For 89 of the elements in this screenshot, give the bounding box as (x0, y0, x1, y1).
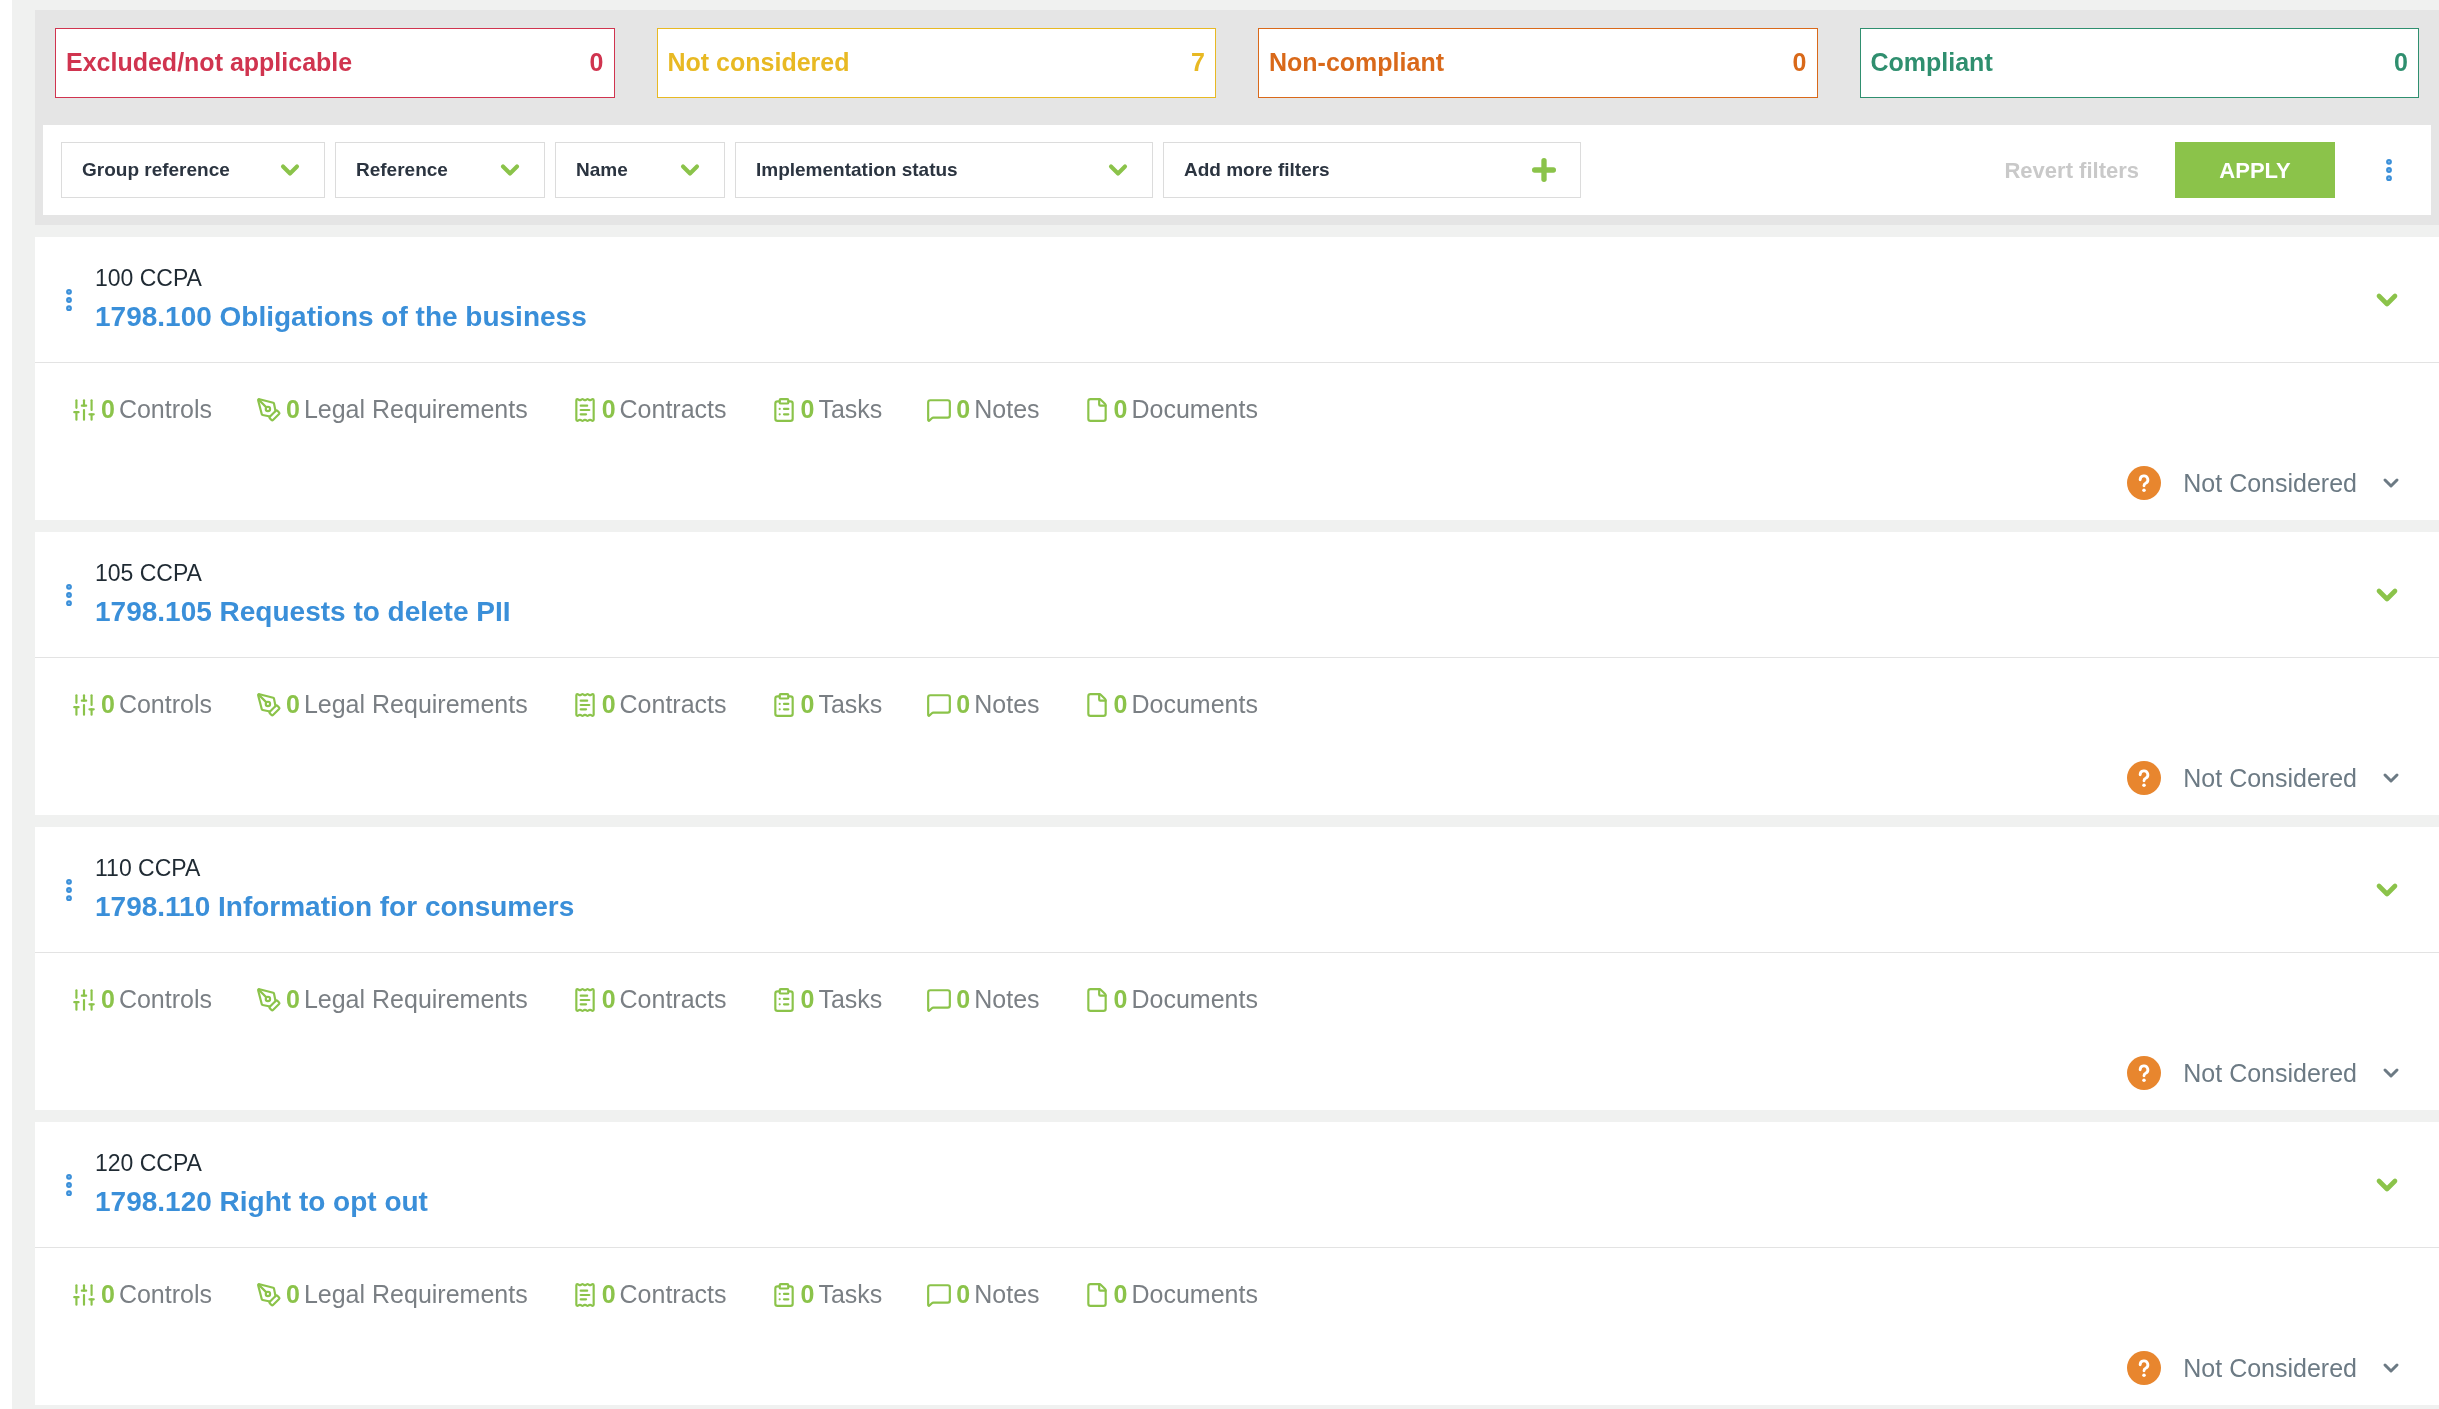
summary-count: 7 (1191, 47, 1205, 79)
status-dropdown[interactable]: Not Considered (2127, 464, 2403, 502)
stat-label: Documents (1131, 984, 1258, 1015)
stat-label: Controls (118, 394, 212, 425)
summary-count: 0 (2394, 47, 2408, 79)
add-filter-button[interactable]: Add more filters (1163, 142, 1581, 198)
stat-count: 0 (800, 984, 815, 1015)
stat-label: Notes (974, 1279, 1040, 1310)
speech-bubble-icon (926, 986, 953, 1013)
stat-count: 0 (286, 689, 300, 720)
stat-count: 0 (286, 1279, 300, 1310)
stat-label: Tasks (818, 984, 883, 1015)
stat-count: 0 (1113, 689, 1128, 720)
stat-count: 0 (601, 984, 616, 1015)
stat-count: 0 (800, 394, 815, 425)
summary-label: Excluded/not applicable (66, 47, 353, 79)
status-dropdown[interactable]: Not Considered (2127, 1054, 2403, 1092)
stat-label: Legal Requirements (303, 394, 528, 425)
speech-bubble-icon (926, 691, 953, 718)
group-reference: 120 CCPA (95, 1149, 203, 1179)
group-reference: 100 CCPA (95, 264, 203, 294)
stat-count: 0 (601, 689, 616, 720)
stat-label: Documents (1131, 689, 1258, 720)
stat-count: 0 (1113, 1279, 1128, 1310)
stat-label: Controls (118, 984, 212, 1015)
sliders-icon (71, 1281, 97, 1308)
sliders-icon (71, 691, 97, 718)
speech-bubble-icon (926, 1281, 953, 1308)
group-reference: 110 CCPA (95, 854, 202, 884)
stat-label: Notes (974, 689, 1040, 720)
stat-count: 0 (956, 689, 971, 720)
stat-count: 0 (101, 394, 115, 425)
filter-dropdown[interactable]: Group reference (61, 142, 325, 198)
summary-count: 0 (589, 47, 604, 79)
sliders-icon (71, 986, 97, 1013)
stat-label: Tasks (818, 1279, 883, 1310)
stat-label: Legal Requirements (303, 1279, 528, 1310)
summary-label: Non-compliant (1269, 47, 1444, 79)
speech-bubble-icon (926, 396, 953, 423)
stat-label: Notes (974, 984, 1040, 1015)
stat-count: 0 (956, 1279, 971, 1310)
filter-dropdown[interactable]: Reference (335, 142, 545, 198)
stat-label: Documents (1131, 394, 1258, 425)
sliders-icon (71, 396, 97, 423)
stat-count: 0 (956, 984, 971, 1015)
summary-label: Compliant (1870, 47, 1993, 79)
pen-icon (256, 691, 282, 718)
stat-count: 0 (956, 394, 971, 425)
status-dropdown[interactable]: Not Considered (2127, 1349, 2403, 1387)
stat-count: 0 (1113, 984, 1128, 1015)
filter-dropdown[interactable]: Name (555, 142, 725, 198)
stat-label: Legal Requirements (303, 984, 528, 1015)
filter-dropdown[interactable]: Implementation status (735, 142, 1153, 198)
question-icon (2127, 466, 2162, 501)
stat-count: 0 (286, 984, 300, 1015)
pen-icon (256, 986, 282, 1013)
stat-label: Contracts (619, 1279, 727, 1310)
requirement-title-link[interactable]: 1798.110 Information for consumers (95, 885, 575, 928)
stat-count: 0 (286, 394, 300, 425)
stat-count: 0 (101, 984, 115, 1015)
stat-label: Controls (118, 689, 212, 720)
stat-count: 0 (1113, 394, 1128, 425)
stat-count: 0 (601, 1279, 616, 1310)
stat-count: 0 (101, 1279, 115, 1310)
stat-label: Notes (974, 394, 1040, 425)
stat-count: 0 (800, 1279, 815, 1310)
pen-icon (256, 1281, 282, 1308)
requirement-title-link[interactable]: 1798.120 Right to opt out (95, 1180, 428, 1223)
stat-label: Contracts (619, 689, 727, 720)
stat-label: Legal Requirements (303, 689, 528, 720)
requirement-title-link[interactable]: 1798.100 Obligations of the business (95, 295, 587, 338)
status-dropdown[interactable]: Not Considered (2127, 759, 2403, 797)
stat-label: Contracts (619, 984, 727, 1015)
question-icon (2127, 1056, 2162, 1091)
question-icon (2127, 761, 2162, 796)
requirement-title-link[interactable]: 1798.105 Requests to delete PII (95, 590, 511, 633)
summary-label: Not considered (667, 47, 850, 79)
stat-label: Tasks (818, 689, 883, 720)
summary-count: 0 (1792, 47, 1807, 79)
group-reference: 105 CCPA (95, 559, 203, 589)
question-icon (2127, 1351, 2162, 1386)
stat-label: Tasks (818, 394, 883, 425)
stat-count: 0 (601, 394, 616, 425)
pen-icon (256, 396, 282, 423)
stat-count: 0 (800, 689, 815, 720)
stat-count: 0 (101, 689, 115, 720)
stat-label: Contracts (619, 394, 727, 425)
stat-label: Documents (1131, 1279, 1258, 1310)
stat-label: Controls (118, 1279, 212, 1310)
